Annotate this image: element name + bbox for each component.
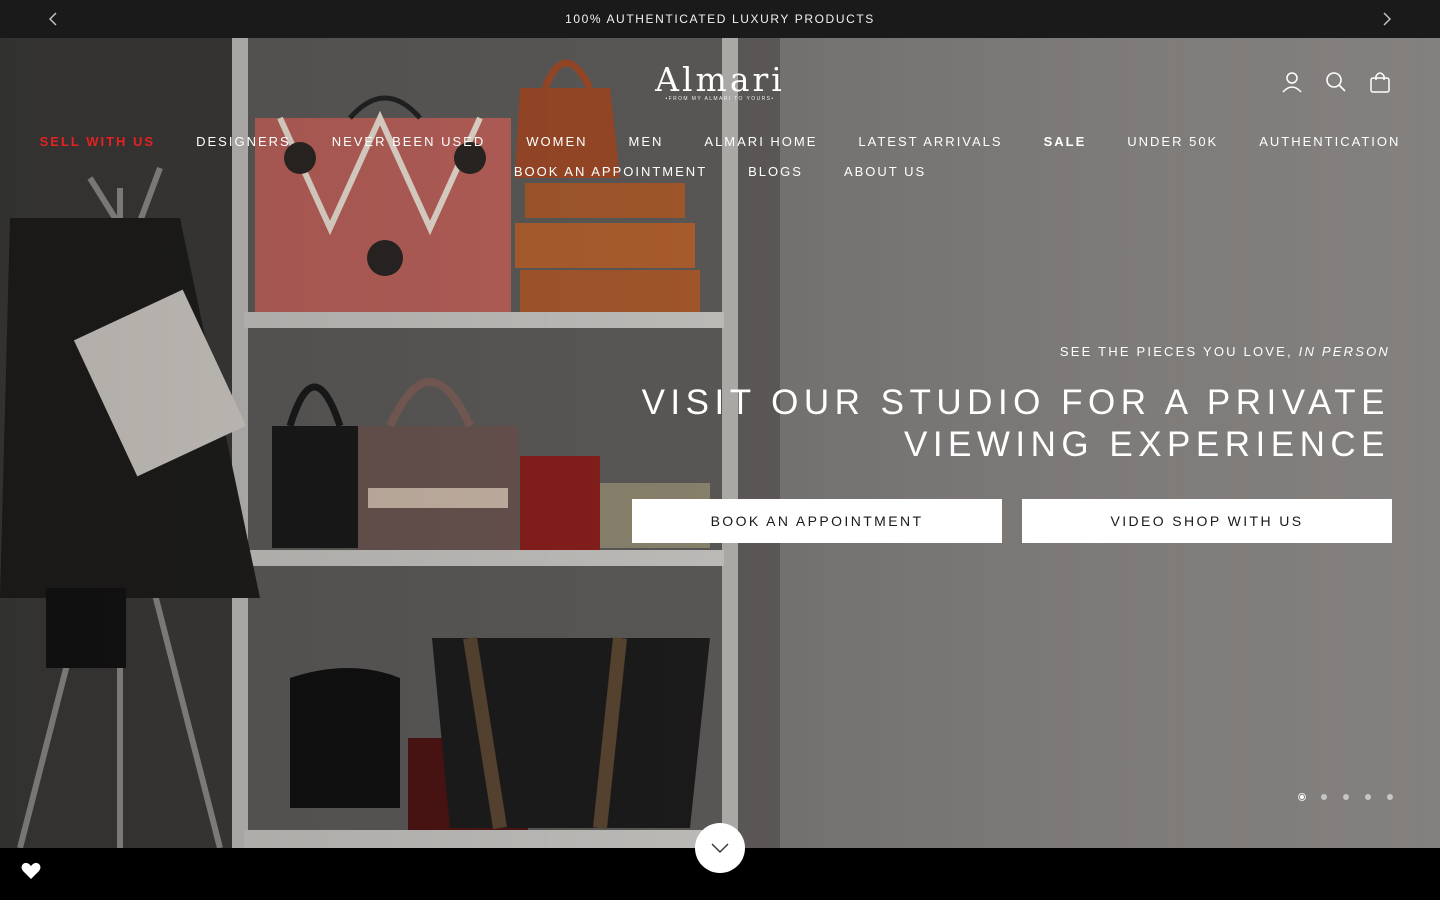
chevron-right-icon[interactable] [1378,10,1396,28]
nav-item-women[interactable]: WOMEN [526,134,587,149]
nav-item-under-50k[interactable]: UNDER 50K [1127,134,1218,149]
hero-banner: Almari •FROM MY ALMARI TO YOURS• SELL WI… [0,38,1440,848]
hero-eyebrow-italic: IN PERSON [1298,344,1390,359]
nav-item-almari-home[interactable]: ALMARI HOME [704,134,817,149]
hero-eyebrow: SEE THE PIECES YOU LOVE, IN PERSON [642,344,1390,359]
nav-item-sell-with-us[interactable]: SELL WITH US [40,134,155,149]
header-icons [1280,70,1392,94]
hero-content: SEE THE PIECES YOU LOVE, IN PERSON VISIT… [642,344,1390,466]
scroll-down-button[interactable] [695,823,745,873]
nav-item-book-appointment[interactable]: BOOK AN APPOINTMENT [514,164,707,179]
slide-dot-3[interactable] [1342,793,1350,801]
chevron-left-icon[interactable] [44,10,62,28]
search-icon[interactable] [1324,70,1348,94]
nav-item-authentication[interactable]: AUTHENTICATION [1259,134,1400,149]
hero-eyebrow-main: SEE THE PIECES YOU LOVE, [1059,344,1293,359]
site-logo[interactable]: Almari •FROM MY ALMARI TO YOURS• [640,60,800,103]
nav-item-men[interactable]: MEN [629,134,664,149]
nav-item-latest-arrivals[interactable]: LATEST ARRIVALS [858,134,1002,149]
wishlist-button[interactable] [20,860,42,882]
book-appointment-button[interactable]: BOOK AN APPOINTMENT [632,499,1002,543]
announcement-bar: 100% AUTHENTICATED LUXURY PRODUCTS [0,0,1440,38]
nav-item-blogs[interactable]: BLOGS [748,164,803,179]
nav-item-never-been-used[interactable]: NEVER BEEN USED [332,134,486,149]
slide-dot-5[interactable] [1386,793,1394,801]
slide-dot-1[interactable] [1298,793,1306,801]
slide-dot-2[interactable] [1320,793,1328,801]
nav-item-designers[interactable]: DESIGNERS [196,134,291,149]
main-navigation: SELL WITH US DESIGNERS NEVER BEEN USED W… [0,126,1440,186]
hero-heading-line1: VISIT OUR STUDIO FOR A PRIVATE [641,383,1390,422]
logo-wordmark: Almari [655,60,785,99]
hero-heading: VISIT OUR STUDIO FOR A PRIVATE VIEWING E… [642,382,1390,466]
nav-row-primary: SELL WITH US DESIGNERS NEVER BEEN USED W… [0,126,1440,156]
slide-dot-4[interactable] [1364,793,1372,801]
nav-item-about-us[interactable]: ABOUT US [844,164,926,179]
nav-item-sale[interactable]: SALE [1044,134,1087,149]
cart-icon[interactable] [1368,70,1392,94]
account-icon[interactable] [1280,70,1304,94]
nav-row-secondary: BOOK AN APPOINTMENT BLOGS ABOUT US [0,156,1440,186]
hero-heading-line2: VIEWING EXPERIENCE [903,425,1390,464]
slider-pagination [1298,793,1394,801]
heart-icon [21,862,41,879]
chevron-down-icon [711,843,729,853]
video-shop-button[interactable]: VIDEO SHOP WITH US [1022,499,1392,543]
announcement-text: 100% AUTHENTICATED LUXURY PRODUCTS [565,12,875,26]
